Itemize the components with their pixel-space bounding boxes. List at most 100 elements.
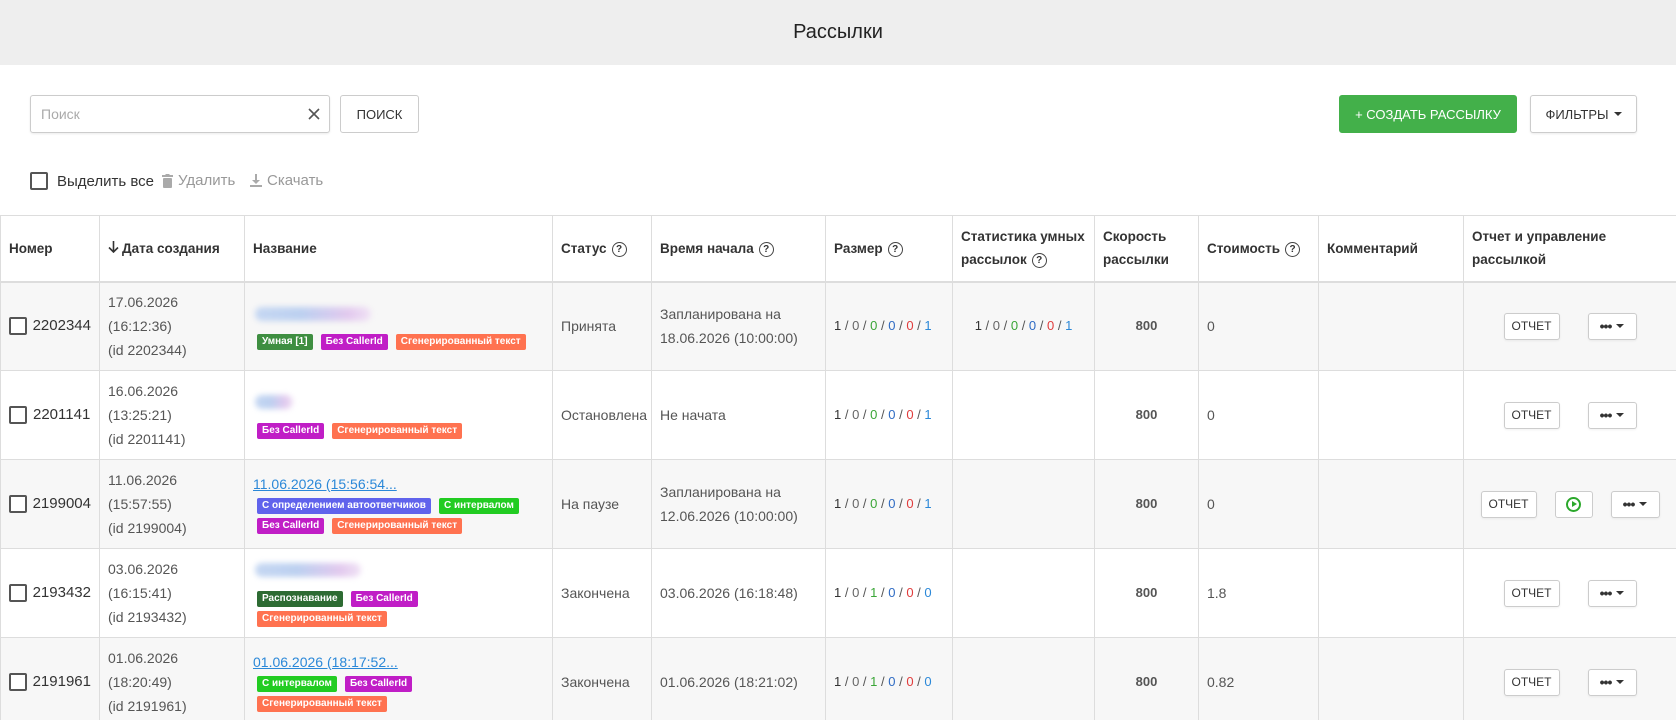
- mailing-cost: 0.82: [1207, 674, 1235, 690]
- col-created[interactable]: Дата создания: [99, 215, 245, 283]
- mailing-number: 2201141: [33, 406, 91, 423]
- created-time: (18:20:49): [108, 674, 172, 690]
- mailing-tag: С интервалом: [438, 498, 519, 514]
- start-time-line1: Запланирована на: [660, 484, 781, 500]
- col-cost[interactable]: Стоимость?: [1198, 215, 1319, 283]
- search-button[interactable]: ПОИСК: [340, 95, 419, 133]
- stat-separator: /: [895, 496, 907, 511]
- download-action[interactable]: Скачать: [250, 172, 323, 189]
- search-input[interactable]: [31, 96, 299, 132]
- mailing-status: На паузе: [561, 496, 620, 512]
- col-comment[interactable]: Комментарий: [1318, 215, 1464, 283]
- start-time-line1: 01.06.2026 (18:21:02): [660, 674, 798, 690]
- mailing-status: Остановлена: [561, 407, 648, 423]
- col-start-time[interactable]: Время начала?: [651, 215, 826, 283]
- table-row[interactable]: 2201141 16.06.2026 (13:25:21) (id 2201141)…: [0, 370, 1676, 460]
- col-cost-label: Стоимость: [1207, 240, 1281, 256]
- mailing-tags: Распознавание Без CallerId Сгенерированный…: [253, 588, 544, 629]
- help-icon[interactable]: ?: [758, 241, 774, 257]
- mailing-tag: Без CallerId: [344, 676, 413, 692]
- help-icon[interactable]: ?: [1285, 241, 1301, 257]
- col-size[interactable]: Размер?: [825, 215, 953, 283]
- mailing-name-redacted[interactable]: [255, 395, 293, 410]
- select-all[interactable]: Выделить все: [30, 172, 154, 190]
- col-number[interactable]: Номер: [0, 215, 100, 283]
- stat-value: 0: [924, 585, 932, 600]
- more-actions-button[interactable]: •••: [1587, 668, 1637, 696]
- report-button[interactable]: ОТЧЕТ: [1480, 490, 1537, 518]
- more-actions-button[interactable]: •••: [1587, 401, 1637, 429]
- row-checkbox[interactable]: [9, 495, 27, 513]
- stat-separator: /: [859, 318, 871, 334]
- mailing-tag: Без CallerId: [350, 590, 418, 607]
- mailing-tag: Распознавание: [257, 590, 343, 607]
- stat-separator: /: [895, 318, 907, 334]
- resume-button[interactable]: [1554, 490, 1593, 518]
- filters-button-label: ФИЛЬТРЫ: [1545, 106, 1609, 122]
- mailing-tag: Сгенерированный текст: [257, 696, 387, 713]
- stat-separator: /: [877, 407, 889, 422]
- mailing-cost: 1.8: [1207, 585, 1227, 601]
- smart-stats: [952, 548, 1095, 638]
- report-button[interactable]: ОТЧЕТ: [1503, 312, 1560, 340]
- col-control: Отчет и управление рассылкой: [1463, 215, 1676, 283]
- col-speed-label: Скорость рассылки: [1103, 229, 1169, 268]
- caret-down-icon: [1616, 591, 1625, 595]
- report-button[interactable]: ОТЧЕТ: [1503, 579, 1560, 607]
- download-icon: [250, 173, 262, 188]
- stat-separator: /: [981, 318, 993, 334]
- table-row[interactable]: 2199004 11.06.2026 (15:57:55) (id 2199004)…: [0, 459, 1676, 549]
- stat-separator: /: [1018, 318, 1029, 334]
- mailing-id: (id 2193432): [108, 609, 187, 625]
- row-checkbox[interactable]: [9, 317, 27, 336]
- table-row[interactable]: 2191961 01.06.2026 (18:20:49) (id 2191961)…: [0, 637, 1676, 720]
- row-checkbox[interactable]: [9, 673, 27, 691]
- created-date: 03.06.2026: [108, 561, 179, 577]
- help-icon[interactable]: ?: [611, 241, 627, 257]
- col-comment-label: Комментарий: [1327, 240, 1418, 256]
- delete-action[interactable]: Удалить: [162, 172, 235, 189]
- col-status[interactable]: Статус?: [552, 215, 652, 283]
- help-icon[interactable]: ?: [887, 241, 903, 257]
- clear-icon[interactable]: [299, 108, 329, 120]
- col-smart-stats[interactable]: Статистика умных рассылок?: [952, 215, 1095, 283]
- mailing-speed: 800: [1135, 585, 1158, 600]
- start-time-line1: Не начата: [660, 407, 726, 423]
- more-actions-button[interactable]: •••: [1587, 312, 1637, 340]
- delete-label: Удалить: [178, 172, 236, 189]
- download-label: Скачать: [267, 172, 324, 189]
- more-actions-button[interactable]: •••: [1587, 579, 1637, 607]
- mailing-name-redacted[interactable]: [255, 563, 361, 578]
- stat-value: 0: [906, 407, 914, 422]
- stat-value: 1: [924, 496, 932, 511]
- start-time-line2: 18.06.2026 (10:00:00): [660, 330, 798, 347]
- help-icon[interactable]: ?: [1031, 253, 1047, 269]
- table-row[interactable]: 2193432 03.06.2026 (16:15:41) (id 2193432)…: [0, 548, 1676, 638]
- mailing-name-link[interactable]: 11.06.2026 (15:56:54...: [253, 476, 397, 492]
- created-date: 11.06.2026: [108, 472, 178, 488]
- stat-value: 1: [974, 318, 982, 334]
- col-speed[interactable]: Скорость рассылки: [1094, 215, 1199, 283]
- stat-separator: /: [895, 585, 907, 600]
- mailing-number: 2191961: [32, 673, 91, 690]
- select-all-checkbox[interactable]: [30, 172, 48, 190]
- toolbar: ПОИСК + СОЗДАТЬ РАССЫЛКУ ФИЛЬТРЫ: [0, 65, 1676, 155]
- create-mailing-button[interactable]: + СОЗДАТЬ РАССЫЛКУ: [1339, 95, 1517, 133]
- filters-button[interactable]: ФИЛЬТРЫ: [1530, 95, 1637, 133]
- caret-down-icon: [1616, 413, 1625, 417]
- report-button[interactable]: ОТЧЕТ: [1503, 401, 1560, 429]
- mailings-table: Номер Дата создания Название Статус? Вре…: [0, 215, 1676, 720]
- table-row[interactable]: 2202344 17.06.2026 (16:12:36) (id 2202344)…: [0, 281, 1676, 371]
- more-icon: •••: [1599, 585, 1613, 601]
- row-checkbox[interactable]: [9, 584, 27, 602]
- mailing-name-redacted[interactable]: [255, 306, 371, 321]
- stat-separator: /: [859, 585, 871, 600]
- col-name[interactable]: Название: [244, 215, 553, 283]
- mailing-name-link[interactable]: 01.06.2026 (18:17:52...: [253, 654, 398, 670]
- row-checkbox[interactable]: [9, 406, 27, 424]
- bulk-actions: Выделить все Удалить Скачать: [0, 155, 1676, 215]
- row-controls: ОТЧЕТ •••: [1472, 668, 1668, 696]
- report-button[interactable]: ОТЧЕТ: [1503, 668, 1560, 696]
- row-controls: ОТЧЕТ •••: [1472, 401, 1668, 429]
- more-actions-button[interactable]: •••: [1610, 490, 1660, 518]
